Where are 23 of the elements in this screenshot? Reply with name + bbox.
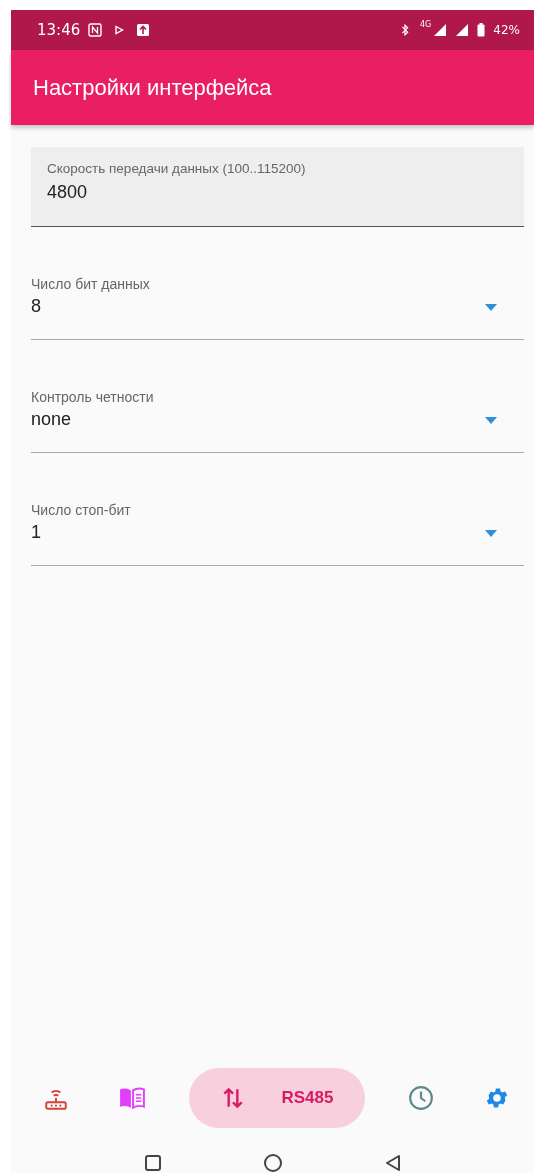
home-icon[interactable] (262, 1153, 283, 1173)
recent-apps-icon[interactable] (142, 1153, 163, 1173)
settings-icon (484, 1085, 510, 1111)
clock-icon (408, 1085, 435, 1111)
play-icon (114, 25, 125, 35)
caret-icon (485, 417, 497, 424)
nav-tab[interactable]: RS485 (188, 1068, 365, 1128)
upload-icon (136, 23, 151, 37)
caret-icon (485, 304, 497, 311)
speed-input-field[interactable]: Скорость передачи данных (100..115200) 4800 (31, 147, 524, 227)
dropdown-field[interactable]: Число стоп-бит 1 (31, 502, 524, 566)
caret-icon (485, 530, 497, 537)
status-time: 13:46 (37, 21, 81, 39)
battery-level: 42% (493, 23, 520, 37)
battery-icon (477, 23, 486, 37)
screen-title: Настройки интерфейса (33, 74, 272, 101)
signal-icon (433, 23, 448, 37)
book-icon (118, 1085, 145, 1111)
signal-icon (455, 23, 470, 37)
dropdown-field[interactable]: Контроль четности none (31, 389, 524, 453)
dropdown-field[interactable]: Число бит данных 8 (31, 276, 524, 340)
nfc-icon (88, 23, 103, 37)
network-type: 4G (420, 20, 432, 29)
